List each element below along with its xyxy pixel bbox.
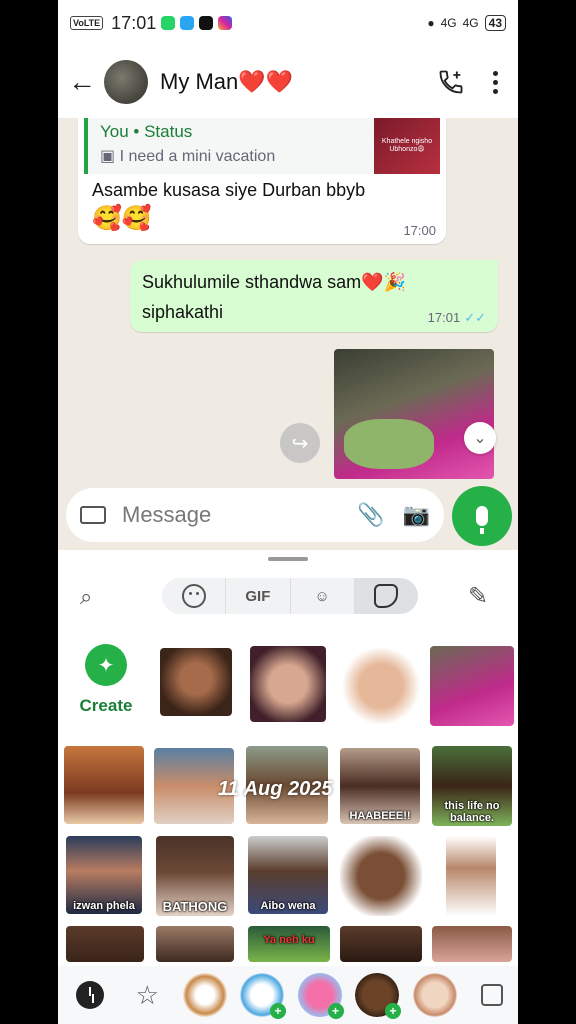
clock-icon bbox=[75, 981, 104, 1009]
outgoing-message[interactable]: Sukhulumile sthandwa sam❤️🎉 siphakathi 1… bbox=[130, 260, 498, 332]
outgoing-line-1: Sukhulumile sthandwa sam❤️🎉 bbox=[142, 272, 406, 292]
quoted-status[interactable]: You • Status ▣ I need a mini vacation Kh… bbox=[84, 118, 440, 174]
magic-wand-icon: ✦ bbox=[85, 644, 127, 686]
sticker-pack-bar: ☆ + + + bbox=[58, 966, 518, 1024]
outgoing-line-2: siphakathi bbox=[142, 302, 224, 322]
sticker-item[interactable] bbox=[64, 746, 144, 824]
sticker-pack[interactable]: + bbox=[352, 969, 404, 1021]
whatsapp-icon bbox=[161, 16, 176, 30]
tab-gif[interactable]: GIF bbox=[226, 578, 291, 614]
sticker-item[interactable] bbox=[340, 926, 422, 962]
incoming-emoji: 🥰🥰 bbox=[92, 205, 152, 232]
sticker-pack[interactable]: + bbox=[237, 969, 289, 1021]
favorite-stickers[interactable]: ☆ bbox=[122, 969, 174, 1021]
chat-header: ← My Man❤️❤️ bbox=[58, 46, 518, 118]
sticker-item[interactable]: Ya neh ku bbox=[248, 926, 330, 962]
sticker-pack[interactable] bbox=[179, 969, 231, 1021]
attach-icon[interactable]: 📎 bbox=[357, 502, 384, 528]
incoming-time: 17:00 bbox=[403, 223, 436, 238]
instagram-icon bbox=[218, 16, 233, 30]
sticker-icon bbox=[374, 584, 399, 608]
add-pack-icon: + bbox=[327, 1003, 344, 1019]
star-icon: ☆ bbox=[135, 979, 159, 1010]
search-icon[interactable]: ⌕ bbox=[80, 584, 92, 610]
message-composer[interactable]: Message 📎 📷 bbox=[66, 488, 444, 542]
sticker-item[interactable] bbox=[430, 646, 514, 726]
volte-badge: VoLTE bbox=[70, 16, 104, 30]
sticker-caption: BATHONG bbox=[162, 899, 228, 914]
bunny-pack-icon bbox=[412, 973, 457, 1017]
add-pack-icon: + bbox=[270, 1003, 286, 1019]
message-input[interactable]: Message bbox=[122, 502, 339, 528]
emoji-icon bbox=[181, 584, 206, 608]
create-sticker-button[interactable]: ✦ Create bbox=[76, 644, 136, 716]
add-pack-icon: + bbox=[385, 1003, 401, 1019]
quote-author: You • Status bbox=[100, 122, 193, 141]
video-date-overlay: 11 Aug 2025 bbox=[218, 778, 333, 800]
scroll-down-icon[interactable]: ⌄ bbox=[464, 422, 496, 454]
sticker-item[interactable]: HAABEEE!! bbox=[340, 748, 420, 824]
signal-2: 4G bbox=[462, 16, 479, 30]
sticker-item[interactable] bbox=[156, 926, 234, 962]
edit-pencil-icon[interactable]: ✎ bbox=[468, 582, 488, 611]
add-call-icon[interactable] bbox=[437, 68, 465, 96]
tab-avatar[interactable]: ☺ bbox=[291, 578, 355, 614]
sticker-item[interactable] bbox=[342, 648, 420, 724]
status-bar: VoLTE 17:01 ● 4G 4G 43 bbox=[58, 0, 518, 46]
outgoing-time: 17:01 ✓✓ bbox=[427, 310, 486, 325]
battery-icon: 43 bbox=[484, 15, 506, 31]
sticker-caption: HAABEEE!! bbox=[349, 810, 411, 822]
messages-icon bbox=[180, 16, 195, 30]
incoming-text: Asambe kusasa siye Durban bbyb bbox=[92, 180, 366, 200]
tab-emoji[interactable] bbox=[162, 578, 227, 614]
sticker-message[interactable] bbox=[334, 349, 494, 479]
back-arrow-icon[interactable]: ← bbox=[68, 66, 98, 98]
panel-tabs: GIF ☺ bbox=[162, 578, 418, 614]
add-sticker-pack-icon bbox=[481, 984, 504, 1006]
sticker-pack[interactable] bbox=[409, 969, 461, 1021]
sticker-item[interactable]: izwan phela bbox=[66, 836, 142, 914]
chat-area: You • Status ▣ I need a mini vacation Kh… bbox=[58, 118, 518, 550]
sticker-item[interactable] bbox=[250, 646, 326, 722]
forward-icon[interactable]: ↪ bbox=[280, 423, 320, 463]
more-options-icon[interactable] bbox=[493, 70, 498, 94]
more-packs[interactable] bbox=[467, 969, 519, 1021]
mic-icon bbox=[476, 506, 488, 534]
create-label: Create bbox=[79, 696, 133, 715]
sticker-caption: Aibo wena bbox=[260, 900, 316, 912]
quote-thumbnail: Khathele ngisho Ubhonzo😩 bbox=[374, 118, 440, 174]
signal-1: 4G bbox=[440, 16, 457, 30]
sticker-item[interactable] bbox=[432, 926, 512, 962]
recent-stickers[interactable] bbox=[64, 969, 116, 1021]
sticker-caption: Ya neh ku bbox=[263, 934, 315, 946]
status-time: 17:01 bbox=[111, 12, 157, 33]
tiktok-icon bbox=[199, 16, 214, 30]
coffee-pack-icon bbox=[182, 973, 227, 1017]
sticker-item[interactable]: BATHONG bbox=[156, 836, 234, 916]
mic-button[interactable] bbox=[452, 486, 512, 546]
contact-avatar[interactable] bbox=[104, 60, 148, 104]
incoming-message[interactable]: You • Status ▣ I need a mini vacation Kh… bbox=[78, 118, 446, 244]
sticker-caption: izwan phela bbox=[73, 900, 135, 912]
sticker-item[interactable]: this life no balance. bbox=[432, 746, 512, 826]
sticker-item[interactable] bbox=[446, 836, 496, 916]
sticker-pack[interactable]: + bbox=[294, 969, 346, 1021]
sticker-item[interactable] bbox=[340, 836, 422, 916]
avatar-icon: ☺ bbox=[314, 587, 330, 605]
tab-stickers[interactable] bbox=[354, 578, 418, 614]
read-ticks-icon: ✓✓ bbox=[464, 310, 486, 325]
sticker-item[interactable] bbox=[160, 648, 232, 716]
status-right: ● 4G 4G 43 bbox=[427, 15, 506, 31]
keyboard-icon[interactable] bbox=[80, 506, 106, 524]
contact-name[interactable]: My Man❤️❤️ bbox=[160, 69, 293, 95]
camera-icon[interactable]: 📷 bbox=[403, 502, 430, 528]
panel-handle[interactable] bbox=[268, 557, 308, 561]
quote-text: ▣ I need a mini vacation bbox=[100, 148, 276, 165]
panel-tabs-row: ⌕ GIF ☺ ✎ bbox=[58, 578, 518, 616]
phone-screen: VoLTE 17:01 ● 4G 4G 43 ← My Man❤️❤️ You … bbox=[58, 0, 518, 1024]
location-icon: ● bbox=[427, 16, 435, 30]
sticker-item[interactable] bbox=[66, 926, 144, 962]
sticker-item[interactable]: Aibo wena bbox=[248, 836, 328, 914]
sticker-caption: this life no balance. bbox=[444, 800, 500, 824]
